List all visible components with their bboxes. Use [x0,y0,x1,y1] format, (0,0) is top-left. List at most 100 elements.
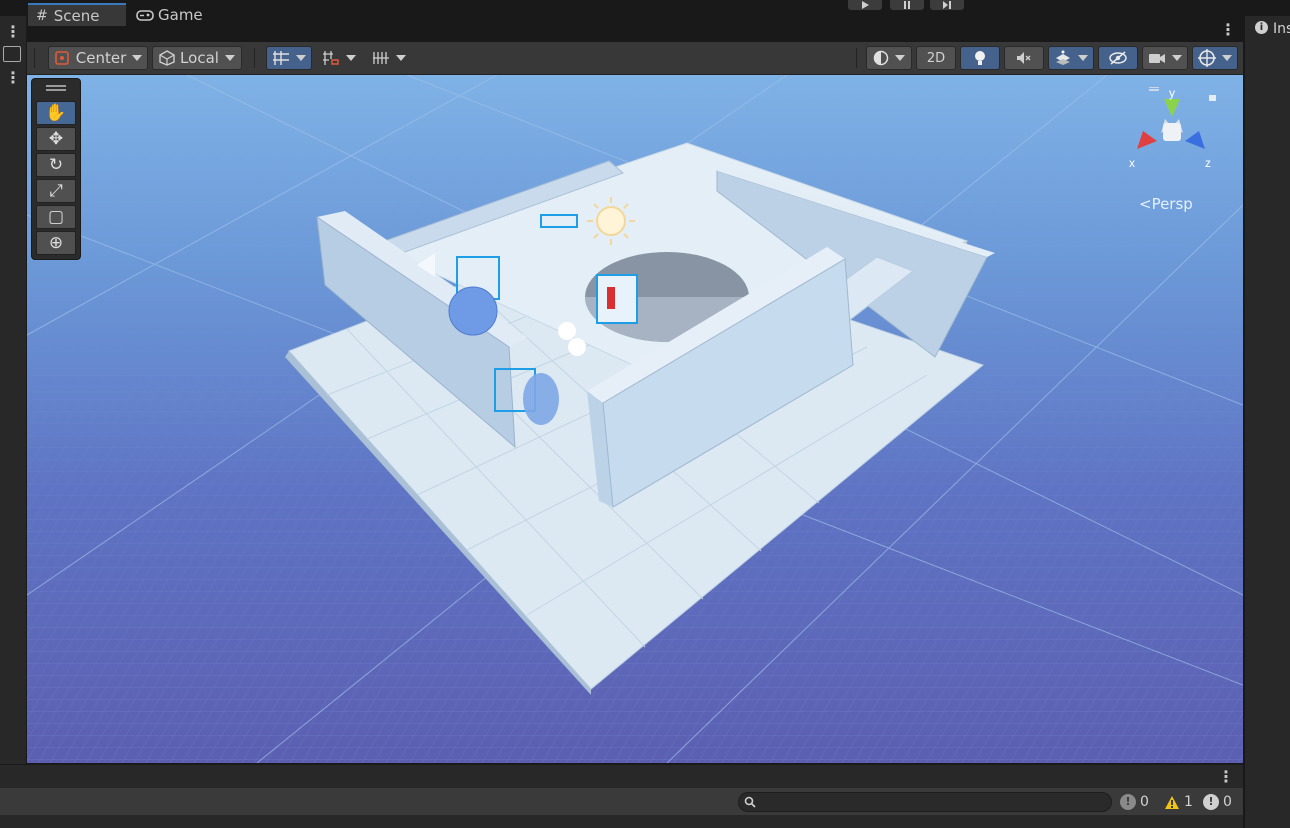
chevron-down-icon [1078,55,1088,61]
cube-icon [159,50,175,66]
increment-snap-toggle[interactable] [316,46,362,70]
error-count-toggle[interactable]: ! 0 [1203,792,1232,812]
rect-icon: ▢ [47,207,65,227]
console-body [0,815,1243,828]
layers-sparkle-icon [1056,50,1070,65]
info-bubble-icon: ! [1120,794,1136,810]
y-axis-cone [1164,99,1180,117]
scene-render [27,75,1243,763]
rotate-tool[interactable]: ↻ [36,153,76,177]
grid-snap-icon [273,51,289,65]
tab-label: Scene [53,6,100,25]
gizmo-y-label: y [1169,87,1175,100]
effects-dropdown[interactable] [1048,46,1094,70]
audio-toggle[interactable] [1004,46,1044,70]
projection-label[interactable]: <Persp [1139,195,1193,213]
move-icon: ✥ [48,129,64,149]
maximize-icon[interactable] [3,46,21,62]
warning-count: 1 [1184,794,1193,810]
tab-label: Game [158,5,203,24]
z-axis-cone [1185,131,1205,149]
object-gizmo-icon [596,274,638,324]
rect-tool[interactable]: ▢ [36,205,76,229]
kebab-menu-icon[interactable]: ⋮ [1220,20,1236,39]
scale-tool[interactable]: ⤢ [36,179,76,203]
gizmo-x-label: x [1129,156,1135,170]
info-count-toggle[interactable]: ! 0 [1120,792,1149,812]
hand-tool[interactable]: ✋ [36,101,76,125]
sphere-object [568,338,586,356]
mode-2d-label: 2D [926,50,946,66]
gamepad-icon [136,9,154,21]
ruler-snap-toggle[interactable] [366,46,412,70]
pivot-icon [54,51,69,65]
x-axis-cone [1137,131,1157,149]
kebab-menu-icon[interactable]: ⋮ [1218,767,1234,786]
rotate-icon: ↻ [48,155,64,175]
gizmo-globe-icon [1198,49,1216,67]
scene-camera-dropdown[interactable] [1142,46,1188,70]
console-tab-bar: ⋮ [0,764,1243,789]
toolbar-grip [34,48,35,68]
capsule-object [523,373,559,425]
transform-icon: ⊕ [48,233,64,253]
chevron-down-icon [224,55,235,61]
warning-count-toggle[interactable]: 1 [1164,792,1193,812]
scene-visibility-toggle[interactable] [1098,46,1138,70]
lightbulb-icon [975,51,985,65]
grid-icon: # [36,7,48,24]
hand-icon: ✋ [45,103,67,123]
eye-slash-icon [1109,51,1127,65]
gizmos-dropdown[interactable] [1192,46,1238,70]
space-mode-label: Local [180,49,219,67]
tab-game[interactable]: Game [128,3,232,26]
sphere-object [558,322,576,340]
search-icon [744,796,756,808]
orientation-gizmo[interactable]: y x z [1127,87,1217,177]
pause-button[interactable] [890,0,924,10]
tab-scene[interactable]: # Scene [28,3,126,26]
move-tool[interactable]: ✥ [36,127,76,151]
ruler-icon [373,52,389,64]
scene-viewport[interactable]: y x z <Persp [27,75,1243,763]
console-search-input[interactable] [738,792,1112,812]
muted-speaker-icon [1017,52,1031,64]
chevron-down-icon [296,55,306,61]
kebab-menu-icon[interactable]: ⋮ [5,22,21,41]
tab-inspector[interactable]: Ins [1273,21,1290,37]
warning-icon [1165,795,1179,809]
pause-icon [904,1,910,9]
camera-icon [1149,54,1165,63]
gizmo-z-label: z [1205,156,1211,170]
kebab-menu-icon[interactable]: ⋮ [5,68,21,87]
overlay-grip-icon[interactable] [46,85,66,87]
chevron-down-icon [396,55,406,61]
chevron-down-icon [132,55,143,61]
play-icon [862,1,869,9]
lighting-toggle[interactable] [960,46,1000,70]
chevron-down-icon [346,55,356,61]
transform-tool[interactable]: ⊕ [36,231,76,255]
scale-icon: ⤢ [49,181,63,201]
info-count: 0 [1140,794,1149,810]
left-panel-strip: ⋮ ⋮ [0,16,27,764]
grid-snap-toggle[interactable] [266,46,312,70]
lock-icon[interactable] [1209,95,1216,101]
error-count: 0 [1223,794,1232,810]
step-button[interactable] [930,0,964,10]
chevron-down-icon [895,55,905,61]
pivot-mode-dropdown[interactable]: Center [48,46,148,70]
step-icon [943,1,951,9]
space-mode-dropdown[interactable]: Local [152,46,242,70]
marker-icon [607,287,615,309]
chevron-down-icon [1222,55,1232,61]
shading-sphere-icon [873,50,889,66]
play-button[interactable] [848,0,882,10]
gizmo-center-cube [1163,123,1181,141]
toggle-2d-button[interactable]: 2D [916,46,956,70]
tools-overlay: ✋ ✥ ↻ ⤢ ▢ ⊕ [31,78,81,260]
draw-mode-dropdown[interactable] [866,46,912,70]
sphere-object [448,286,498,336]
toolbar-separator [254,48,255,68]
info-icon: i [1255,21,1268,34]
